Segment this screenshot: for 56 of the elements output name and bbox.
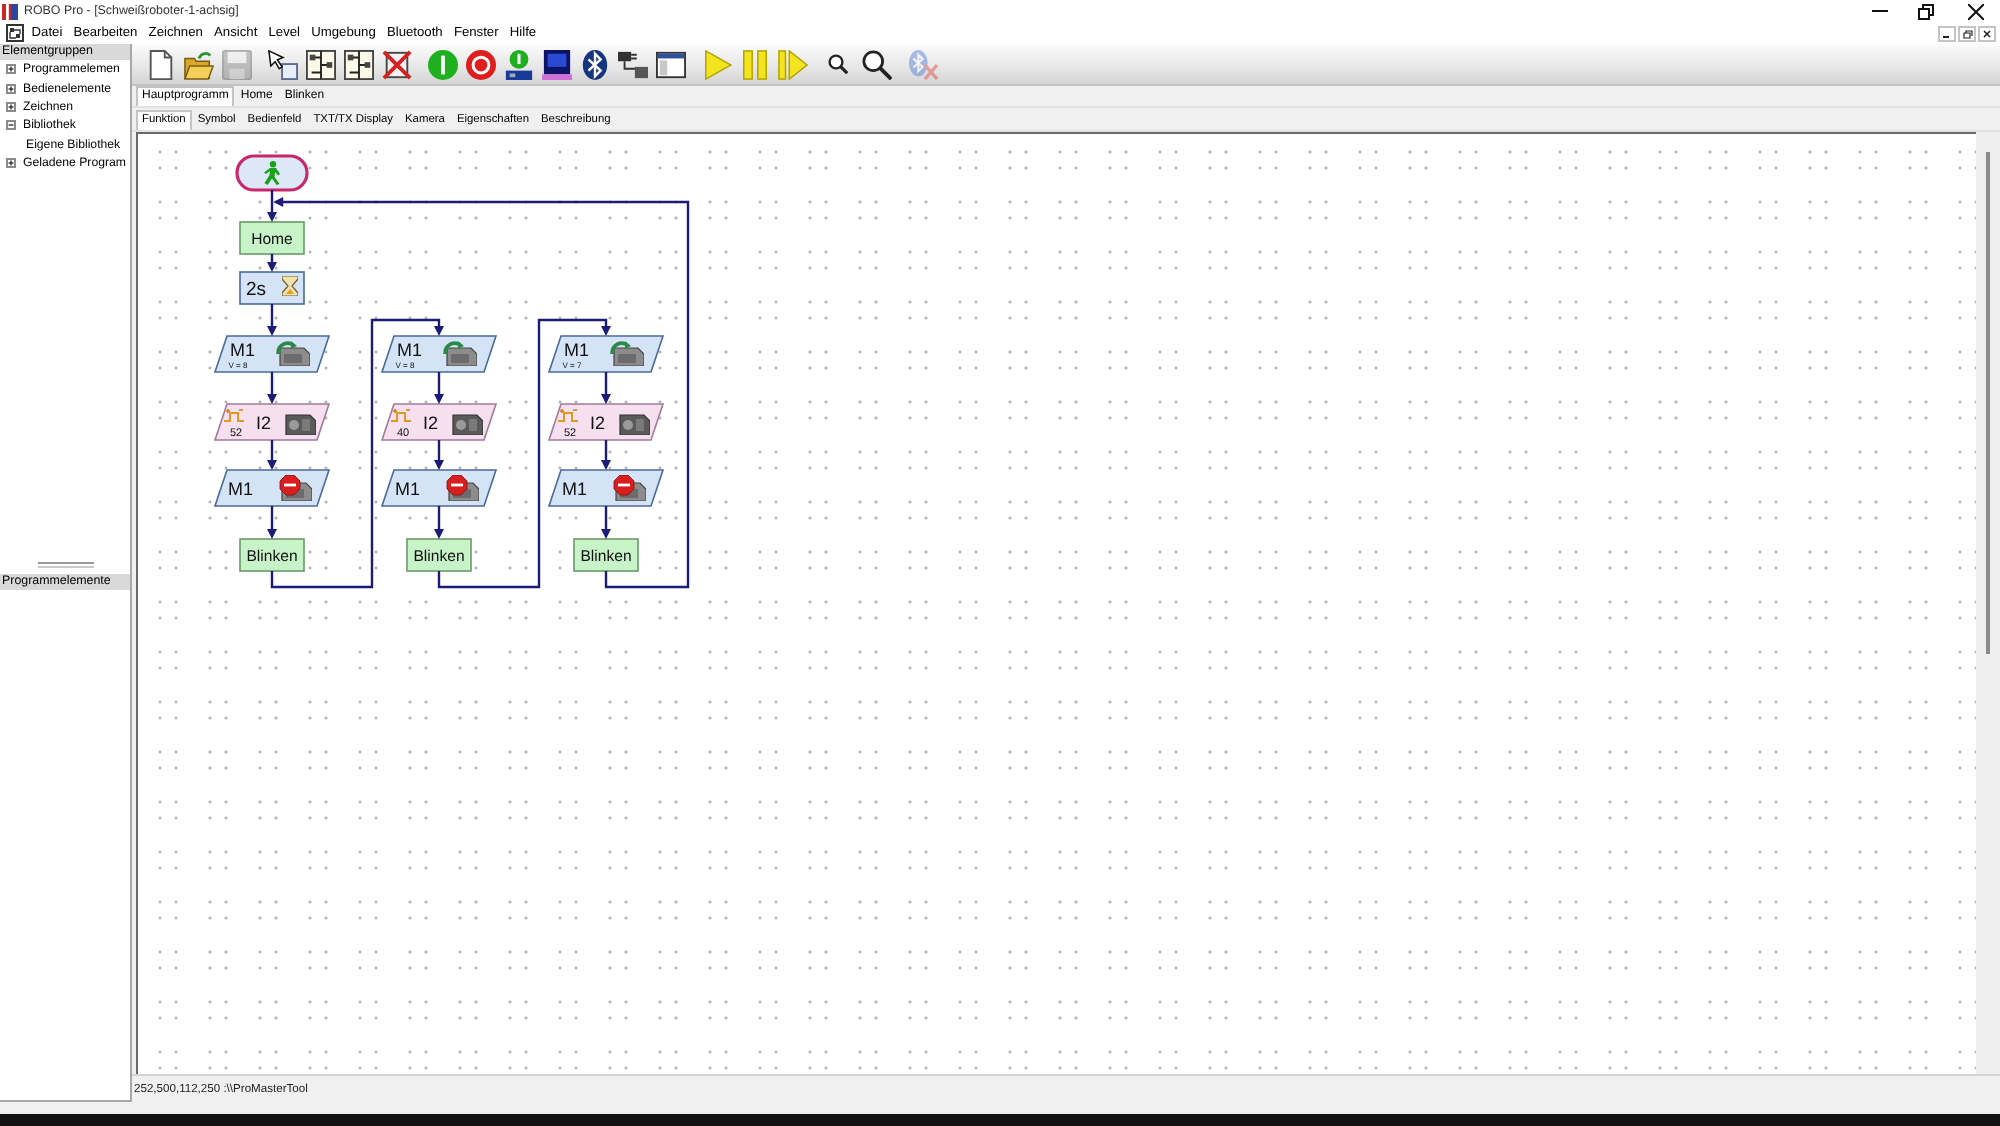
subprogram-block bbox=[239, 221, 305, 255]
subprogram-block bbox=[406, 538, 472, 572]
motor-icon bbox=[278, 341, 310, 366]
restore-icon[interactable] bbox=[1918, 3, 1934, 19]
expander-icon[interactable] bbox=[6, 101, 16, 112]
input-label: I2 bbox=[423, 413, 439, 433]
close-icon[interactable] bbox=[1968, 3, 1984, 19]
start-icon[interactable] bbox=[427, 49, 457, 79]
motor-icon bbox=[612, 341, 644, 366]
subprogram-block bbox=[573, 538, 639, 572]
controller-icon[interactable] bbox=[541, 49, 571, 79]
input-label: I2 bbox=[590, 413, 606, 433]
stop-icon[interactable] bbox=[465, 49, 495, 79]
download-icon[interactable] bbox=[503, 49, 533, 79]
running-figure-icon bbox=[264, 161, 280, 185]
motor-icon bbox=[620, 415, 650, 435]
motor-stop-icon bbox=[447, 475, 479, 501]
splitter-handle[interactable] bbox=[37, 561, 93, 567]
magnifier-icon[interactable] bbox=[861, 49, 891, 79]
expander-icon[interactable] bbox=[6, 83, 16, 94]
start-block bbox=[235, 154, 309, 192]
hourglass-icon bbox=[282, 276, 298, 296]
app-window-icon[interactable] bbox=[6, 24, 24, 42]
motor-icon bbox=[445, 341, 477, 366]
window-icon[interactable] bbox=[655, 49, 685, 79]
flowchart-tool-icon[interactable] bbox=[343, 49, 373, 79]
flowchart-tool-icon[interactable] bbox=[305, 49, 335, 79]
plug-icon[interactable] bbox=[617, 49, 647, 79]
expander-icon[interactable] bbox=[6, 158, 16, 169]
motor-icon bbox=[286, 415, 316, 435]
output-label: M1 bbox=[228, 479, 254, 499]
output-label: M1 bbox=[562, 479, 588, 499]
motor-stop-icon bbox=[614, 475, 646, 501]
counter-icon bbox=[391, 409, 411, 421]
output-label: M1 bbox=[564, 340, 590, 360]
counter-icon bbox=[224, 409, 244, 421]
minimize-icon[interactable] bbox=[1938, 25, 1956, 41]
magnifier-icon[interactable] bbox=[828, 54, 848, 74]
motor-icon bbox=[453, 415, 483, 435]
output-label: M1 bbox=[397, 340, 423, 360]
folder-icon[interactable] bbox=[183, 49, 213, 79]
counter-icon bbox=[558, 409, 578, 421]
pointer-icon[interactable] bbox=[267, 49, 297, 79]
expander-icon[interactable] bbox=[6, 120, 16, 131]
output-label: M1 bbox=[230, 340, 256, 360]
scrollbar-thumb[interactable] bbox=[1986, 152, 1990, 654]
expander-icon[interactable] bbox=[6, 64, 16, 75]
output-label: M1 bbox=[395, 479, 421, 499]
motor-stop-icon bbox=[280, 475, 312, 501]
new-document-icon[interactable] bbox=[145, 49, 175, 79]
restore-icon[interactable] bbox=[1958, 25, 1976, 41]
bluetooth-icon[interactable] bbox=[579, 49, 609, 79]
subprogram-block bbox=[239, 538, 305, 572]
wait-label: 2s bbox=[246, 279, 267, 301]
delete-icon[interactable] bbox=[381, 49, 411, 79]
input-label: I2 bbox=[256, 413, 272, 433]
